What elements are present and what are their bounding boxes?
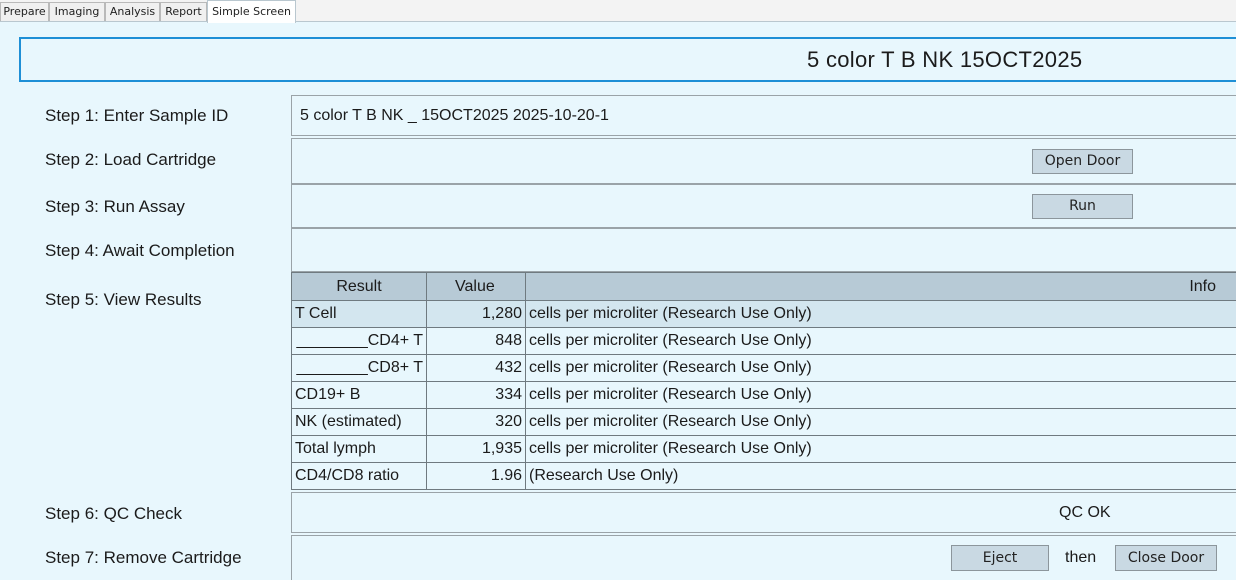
value-cell: 848	[427, 328, 526, 355]
step-2-label: Step 2: Load Cartridge	[45, 150, 217, 169]
value-cell: 1.96	[427, 463, 526, 489]
step-7-label: Step 7: Remove Cartridge	[45, 548, 242, 567]
result-cell: CD4/CD8 ratio	[292, 463, 427, 489]
run-button[interactable]: Run	[1032, 194, 1133, 219]
info-cell: cells per microliter (Research Use Only)	[526, 382, 1236, 409]
title-banner: 5 color T B NK 15OCT2025	[19, 37, 1236, 82]
column-header-result[interactable]: Result	[292, 273, 427, 301]
result-cell: CD19+ B	[292, 382, 427, 409]
qc-check-panel: QC OK	[291, 492, 1236, 533]
info-cell: cells per microliter (Research Use Only)	[526, 328, 1236, 355]
value-cell: 432	[427, 355, 526, 382]
qc-status-text: QC OK	[1059, 504, 1111, 521]
tab-imaging[interactable]: Imaging	[49, 2, 105, 21]
then-label: then	[1065, 549, 1097, 566]
tab-analysis[interactable]: Analysis	[105, 2, 160, 21]
await-completion-panel	[291, 228, 1236, 272]
column-header-info[interactable]: Info	[526, 273, 1236, 301]
sample-id-field[interactable]: 5 color T B NK _ 15OCT2025 2025-10-20-1	[291, 95, 1236, 136]
info-cell: cells per microliter (Research Use Only)	[526, 409, 1236, 436]
step-4-label: Step 4: Await Completion	[45, 241, 235, 260]
tab-simple-screen[interactable]: Simple Screen	[207, 0, 296, 23]
step-5-label: Step 5: View Results	[45, 290, 202, 309]
result-cell: Total lymph	[292, 436, 427, 463]
run-assay-panel: Run	[291, 184, 1236, 228]
result-cell: ________CD8+ T	[292, 355, 427, 382]
result-cell: T Cell	[292, 301, 427, 328]
open-door-button[interactable]: Open Door	[1032, 149, 1133, 174]
info-cell: cells per microliter (Research Use Only)	[526, 436, 1236, 463]
tab-prepare[interactable]: Prepare	[0, 2, 49, 21]
eject-button[interactable]: Eject	[951, 545, 1049, 571]
remove-cartridge-panel: Eject then Close Door	[291, 535, 1236, 580]
info-cell: cells per microliter (Research Use Only)	[526, 355, 1236, 382]
sample-id-value: 5 color T B NK _ 15OCT2025 2025-10-20-1	[300, 107, 609, 124]
step-6-label: Step 6: QC Check	[45, 504, 183, 523]
page-title: 5 color T B NK 15OCT2025	[807, 47, 1083, 72]
value-cell: 334	[427, 382, 526, 409]
column-header-value[interactable]: Value	[427, 273, 526, 301]
results-table: Result Value Info T Cell 1,280 cells per…	[291, 272, 1236, 490]
tab-report[interactable]: Report	[160, 2, 207, 21]
step-3-label: Step 3: Run Assay	[45, 197, 185, 216]
result-cell: NK (estimated)	[292, 409, 427, 436]
value-cell: 320	[427, 409, 526, 436]
value-cell: 1,280	[427, 301, 526, 328]
step-1-label: Step 1: Enter Sample ID	[45, 106, 229, 125]
load-cartridge-panel: Open Door	[291, 138, 1236, 184]
tab-bar: Prepare Imaging Analysis Report Simple S…	[0, 0, 1236, 23]
info-cell: (Research Use Only)	[529, 467, 679, 484]
result-cell: ________CD4+ T	[292, 328, 427, 355]
value-cell: 1,935	[427, 436, 526, 463]
simple-screen-window: Prepare Imaging Analysis Report Simple S…	[0, 0, 1236, 580]
info-cell: cells per microliter (Research Use Only)	[526, 301, 1236, 328]
close-door-button[interactable]: Close Door	[1115, 545, 1217, 571]
